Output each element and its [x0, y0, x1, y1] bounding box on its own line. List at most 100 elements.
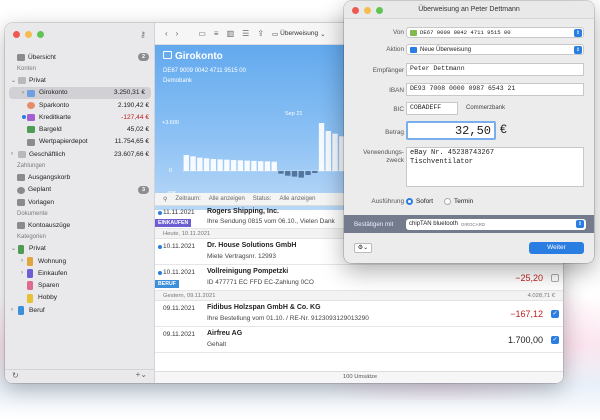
chevron-right-icon[interactable]: › — [21, 258, 23, 264]
template-icon — [17, 198, 25, 206]
stats-icon[interactable]: ☰ — [242, 29, 249, 38]
key-icon[interactable]: ⚷ — [140, 30, 146, 39]
tx-date: 10.11.2021 — [163, 243, 196, 250]
sidebar-item-label: Sparen — [38, 282, 60, 290]
zoom-button[interactable] — [376, 7, 383, 14]
sidebar-group-beruf[interactable]: › Beruf — [5, 304, 155, 316]
sidebar-item-geplant[interactable]: Geplant 3 — [5, 184, 155, 196]
booked-checkbox[interactable]: ✓ — [551, 336, 559, 344]
sidebar-group-privat[interactable]: ⌄ Privat — [5, 74, 155, 86]
transfer-menu[interactable]: ▭ Überweisung ⌄ — [272, 30, 326, 38]
tx-title: Rogers Shipping, Inc. — [207, 208, 279, 215]
booked-checkbox[interactable] — [551, 274, 559, 282]
list-view-icon[interactable]: ≡ — [214, 29, 219, 38]
sidebar-group-kat-privat[interactable]: ⌄ Privat — [5, 243, 155, 255]
sidebar-item-label: Sparkonto — [39, 101, 70, 109]
sidebar-item-kat-hobby[interactable]: Hobby — [5, 292, 155, 304]
day-balance: 4.028,71 € — [527, 292, 555, 299]
chevron-down-icon[interactable]: ⌄ — [11, 245, 16, 252]
pin-icon[interactable]: ⚲ — [163, 196, 167, 203]
chart-bar — [305, 171, 311, 175]
sidebar-item-sparkonto[interactable]: Sparkonto 2.190,42 € — [5, 99, 155, 111]
tx-subtitle: ID 477771 EC FFD EC-Zahlung 0CO — [207, 279, 314, 286]
sidebar-item-label: Bargeld — [39, 126, 62, 134]
field-label: Von — [392, 29, 404, 36]
continue-button[interactable]: Weiter — [529, 242, 584, 254]
close-button[interactable] — [13, 31, 20, 38]
add-icon[interactable]: +⌄ — [136, 370, 147, 379]
minimize-button[interactable] — [364, 7, 371, 14]
chart-bar — [278, 171, 284, 174]
section-heading: Dokumente — [17, 210, 48, 217]
sidebar-item-kat-einkaufen[interactable]: › Einkaufen — [5, 267, 155, 279]
chevron-right-icon[interactable]: › — [21, 270, 23, 276]
amount-field[interactable]: 32,50 — [406, 121, 496, 140]
document-icon — [17, 222, 25, 230]
aktion-select[interactable]: Neue Überweisung ⇕ — [406, 44, 584, 55]
chart-bar — [244, 160, 250, 171]
tx-title: Airfreu AG — [207, 330, 243, 337]
sidebar-item-label: Privat — [29, 76, 46, 84]
table-row[interactable]: 09.11.2021 Airfreu AG Gehalt 1.700,00 ✓ — [155, 327, 563, 353]
transfer-icon: ▭ — [272, 30, 279, 38]
radio-termin[interactable] — [444, 198, 451, 205]
sidebar-item-girokonto[interactable]: › Girokonto 3.250,31 € — [9, 86, 151, 99]
tan-method-select[interactable]: chipTAN bluetooth GIROCARD ⇕ — [406, 218, 586, 230]
iban-field[interactable]: DE93 7008 0000 0987 6543 21 — [406, 83, 584, 96]
purpose-field[interactable]: eBay Nr. 45238743267 Tischventilator — [406, 147, 584, 187]
table-row[interactable]: 10.11.2021 Vollreinigung Pompetzki ID 47… — [155, 265, 563, 291]
tx-title: Dr. House Solutions GmbH — [207, 242, 297, 249]
status-bar: 100 Umsätze — [155, 371, 563, 383]
sidebar-item-overview[interactable]: Übersicht 2 — [5, 51, 155, 63]
sidebar-item-kreditkarte[interactable]: Kreditkarte -127,44 € — [5, 111, 155, 123]
chevron-right-icon[interactable]: › — [11, 307, 13, 313]
radio-sofort[interactable] — [406, 198, 413, 205]
sidebar-item-kontoauszuege[interactable]: Kontoauszüge — [5, 219, 155, 231]
sidebar-item-bargeld[interactable]: Bargeld 45,02 € — [5, 123, 155, 135]
status-select[interactable]: Alle anzeigen — [279, 196, 315, 202]
chevron-down-icon[interactable]: ⌄ — [11, 77, 16, 84]
sidebar-item-vorlagen[interactable]: Vorlagen — [5, 196, 155, 208]
booked-checkbox[interactable]: ✓ — [551, 310, 559, 318]
overview-icon — [17, 54, 25, 61]
sidebar-item-label: Wertpapierdepot — [39, 138, 88, 146]
tag-icon — [18, 244, 24, 254]
section-heading: Kategorien — [17, 234, 47, 241]
sidebar-item-ausgangskorb[interactable]: Ausgangskorb — [5, 171, 155, 183]
folder-icon — [18, 151, 26, 159]
chevron-right-icon[interactable]: › — [11, 151, 13, 157]
refresh-icon[interactable]: ↻ — [12, 371, 19, 380]
tx-subtitle: Gehalt — [207, 341, 227, 348]
chart-bar — [251, 160, 257, 171]
minimize-button[interactable] — [25, 31, 32, 38]
unread-dot — [158, 245, 162, 249]
bic-field[interactable]: COBADEFF — [406, 102, 458, 115]
sidebar-group-geschaeftlich[interactable]: › Geschäftlich 23.607,66 € — [5, 148, 155, 160]
chevron-right-icon[interactable]: › — [22, 90, 24, 96]
account-balance: 3.250,31 € — [113, 89, 145, 97]
close-button[interactable] — [352, 7, 359, 14]
sidebar-toggle-icon[interactable]: ▭ — [198, 29, 206, 38]
sidebar-item-label: Hobby — [38, 294, 58, 302]
tx-amount: 1.700,00 — [507, 335, 543, 345]
zeitraum-select[interactable]: Alle anzeigen — [209, 196, 245, 202]
account-balance: 11.754,65 € — [114, 138, 149, 146]
share-icon[interactable]: ⇪ — [257, 29, 264, 38]
sidebar-item-label: Vorlagen — [28, 198, 55, 206]
sidebar-item-label: Kontoauszüge — [28, 221, 71, 229]
transfer-dialog: Überweisung an Peter Dettmann Von DE67 9… — [344, 1, 594, 263]
sidebar-item-kat-sparen[interactable]: Sparen — [5, 279, 155, 291]
forward-icon[interactable]: › — [176, 29, 179, 38]
sidebar-item-kat-wohnung[interactable]: › Wohnung — [5, 255, 155, 267]
gear-icon[interactable]: ⚙⌄ — [354, 243, 372, 253]
tx-amount: −167,12 — [510, 309, 543, 319]
recipient-field[interactable]: Peter Dettmann — [406, 63, 584, 76]
filter-label: Status: — [252, 196, 272, 202]
von-select[interactable]: DE67 9009 0042 4711 9515 00 ⇕ — [406, 27, 584, 38]
sidebar-item-wertpapierdepot[interactable]: Wertpapierdepot 11.754,65 € — [5, 136, 155, 148]
back-icon[interactable]: ‹ — [165, 29, 168, 38]
table-row[interactable]: 09.11.2021 Fidibus Holzspan GmbH & Co. K… — [155, 301, 563, 327]
chart-view-icon[interactable]: ▥ — [227, 29, 235, 38]
sidebar-item-label: Geplant — [28, 186, 52, 194]
zoom-button[interactable] — [37, 31, 44, 38]
